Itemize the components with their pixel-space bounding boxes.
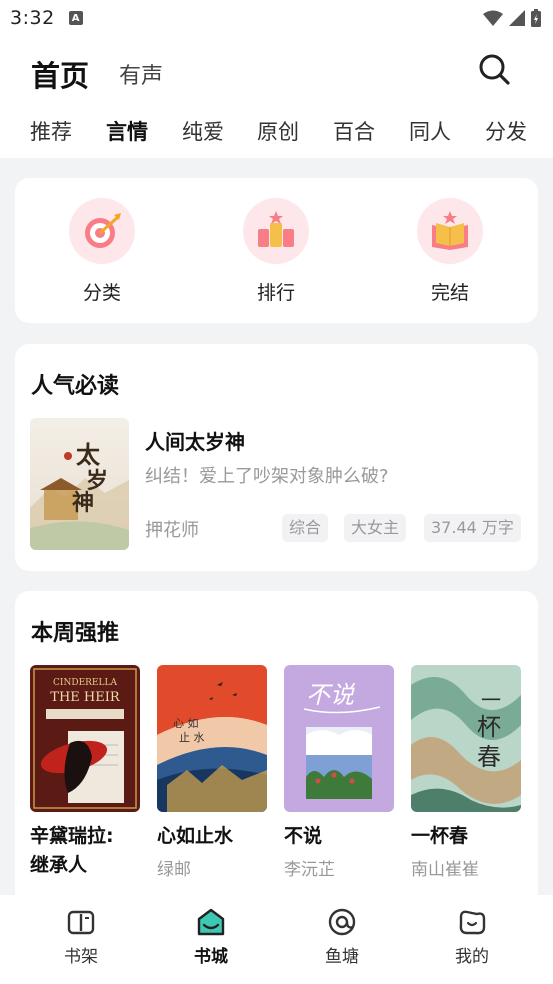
tab-original[interactable]: 原创 bbox=[257, 114, 299, 150]
book-item[interactable]: CINDERELLA THE HEIR 辛黛瑞拉: 继承人 bbox=[30, 665, 140, 880]
book-title: 辛黛瑞拉: 继承人 bbox=[30, 822, 140, 880]
tab-label: 推荐 bbox=[30, 120, 72, 144]
bookshelf-icon bbox=[67, 910, 95, 935]
tab-romance[interactable]: 言情 bbox=[106, 114, 148, 150]
notification-icon: A bbox=[68, 11, 83, 25]
target-icon bbox=[69, 198, 135, 264]
quick-link-label: 排行 bbox=[256, 282, 295, 304]
book-cover[interactable]: 不说 bbox=[284, 665, 394, 812]
nav-bookstore[interactable]: 书城 bbox=[176, 907, 246, 967]
tab-yuri[interactable]: 百合 bbox=[333, 114, 375, 150]
book-description: 纠结！爱上了吵架对象肿么破? bbox=[145, 466, 389, 487]
tab-label: 言情 bbox=[106, 120, 148, 144]
popular-section: 人气必读 太 岁 神 人间太岁神 纠结！爱上了吵架对象肿么破? 押花师 综合 大… bbox=[15, 344, 538, 571]
bottom-nav: 书架 书城 鱼塘 我的 bbox=[0, 895, 553, 984]
svg-text:一: 一 bbox=[481, 688, 501, 712]
quick-link-label: 完结 bbox=[430, 282, 469, 304]
tab-label: 分发 bbox=[485, 120, 527, 144]
wifi-icon bbox=[483, 10, 503, 26]
svg-text:太: 太 bbox=[76, 440, 101, 469]
book-title-line: 辛黛瑞拉: bbox=[30, 825, 114, 847]
tab-fanfic[interactable]: 同人 bbox=[409, 114, 451, 150]
bookstore-icon bbox=[197, 908, 225, 936]
tab-recommend[interactable]: 推荐 bbox=[30, 114, 72, 150]
book-cover[interactable]: 太 岁 神 bbox=[30, 418, 129, 550]
section-title: 本周强推 bbox=[31, 621, 120, 646]
svg-text:春: 春 bbox=[477, 743, 501, 771]
book-title-line: 继承人 bbox=[30, 854, 88, 876]
book-item[interactable]: 一 杯 春 一杯春 南山崔崔 bbox=[411, 665, 521, 880]
tab-audio[interactable]: 有声 bbox=[119, 58, 163, 90]
book-tag: 大女主 bbox=[344, 514, 407, 542]
nav-label: 书城 bbox=[194, 947, 228, 967]
svg-text:止 水: 止 水 bbox=[179, 731, 205, 744]
tab-label: 纯爱 bbox=[182, 120, 224, 144]
nav-bookshelf[interactable]: 书架 bbox=[46, 907, 116, 967]
battery-icon bbox=[531, 9, 541, 27]
quick-link-completed[interactable]: 完结 bbox=[410, 198, 490, 305]
book-author: 李沅芷 bbox=[284, 860, 335, 880]
status-icons bbox=[483, 9, 541, 27]
tab-home[interactable]: 首页 bbox=[31, 53, 89, 95]
section-title: 人气必读 bbox=[31, 374, 120, 399]
tab-label: 原创 bbox=[257, 120, 299, 144]
completed-book-icon bbox=[417, 198, 483, 264]
svg-text:心 如: 心 如 bbox=[173, 716, 199, 730]
weekly-picks-section: 本周强推 CINDERELLA THE HEIR 辛黛瑞拉: 继承人 心 如 止… bbox=[15, 591, 538, 911]
tab-label: 同人 bbox=[409, 120, 451, 144]
book-author: 押花师 bbox=[145, 520, 199, 541]
nav-profile[interactable]: 我的 bbox=[437, 907, 507, 967]
book-cover[interactable]: 心 如 止 水 bbox=[157, 665, 267, 812]
profile-icon bbox=[459, 910, 486, 935]
signal-icon bbox=[509, 10, 525, 26]
search-icon[interactable] bbox=[477, 52, 511, 86]
book-author: 绿邮 bbox=[157, 860, 191, 880]
book-title[interactable]: 人间太岁神 bbox=[145, 426, 245, 455]
tab-distribution[interactable]: 分发 bbox=[485, 114, 527, 150]
nav-label: 鱼塘 bbox=[325, 947, 359, 967]
book-item[interactable]: 不说 不说 李沅芷 bbox=[284, 665, 394, 880]
book-author: 南山崔崔 bbox=[411, 860, 479, 880]
book-title: 一杯春 bbox=[411, 825, 469, 847]
category-tabs: 推荐 言情 纯爱 原创 百合 同人 分发 bbox=[0, 114, 553, 154]
book-word-count: 37.44 万字 bbox=[424, 514, 521, 542]
svg-text:CINDERELLA: CINDERELLA bbox=[53, 678, 117, 688]
svg-text:神: 神 bbox=[72, 490, 94, 516]
tab-danmei[interactable]: 纯爱 bbox=[182, 114, 224, 150]
status-bar: 3:32 A bbox=[0, 0, 553, 36]
svg-text:THE HEIR: THE HEIR bbox=[50, 690, 121, 705]
nav-fishpond[interactable]: 鱼塘 bbox=[307, 907, 377, 967]
book-cover[interactable]: 一 杯 春 bbox=[411, 665, 521, 812]
nav-label: 书架 bbox=[64, 947, 98, 967]
book-tag: 综合 bbox=[282, 514, 329, 542]
quick-links-card: 分类 排行 完结 bbox=[15, 178, 538, 323]
book-title: 不说 bbox=[284, 825, 323, 847]
nav-label: 我的 bbox=[455, 947, 489, 967]
fishpond-icon bbox=[328, 908, 356, 936]
ranking-icon bbox=[243, 198, 309, 264]
quick-link-ranking[interactable]: 排行 bbox=[236, 198, 316, 305]
book-cover[interactable]: CINDERELLA THE HEIR bbox=[30, 665, 140, 812]
book-item[interactable]: 心 如 止 水 心如止水 绿邮 bbox=[157, 665, 267, 880]
svg-text:不说: 不说 bbox=[306, 681, 356, 709]
tab-label: 百合 bbox=[333, 120, 375, 144]
status-time: 3:32 bbox=[10, 7, 55, 29]
quick-link-label: 分类 bbox=[82, 282, 121, 304]
header: 首页 有声 推荐 言情 纯爱 原创 百合 同人 分发 bbox=[0, 36, 553, 158]
quick-link-category[interactable]: 分类 bbox=[62, 198, 142, 305]
book-title: 心如止水 bbox=[157, 825, 234, 847]
svg-text:杯: 杯 bbox=[477, 713, 501, 741]
